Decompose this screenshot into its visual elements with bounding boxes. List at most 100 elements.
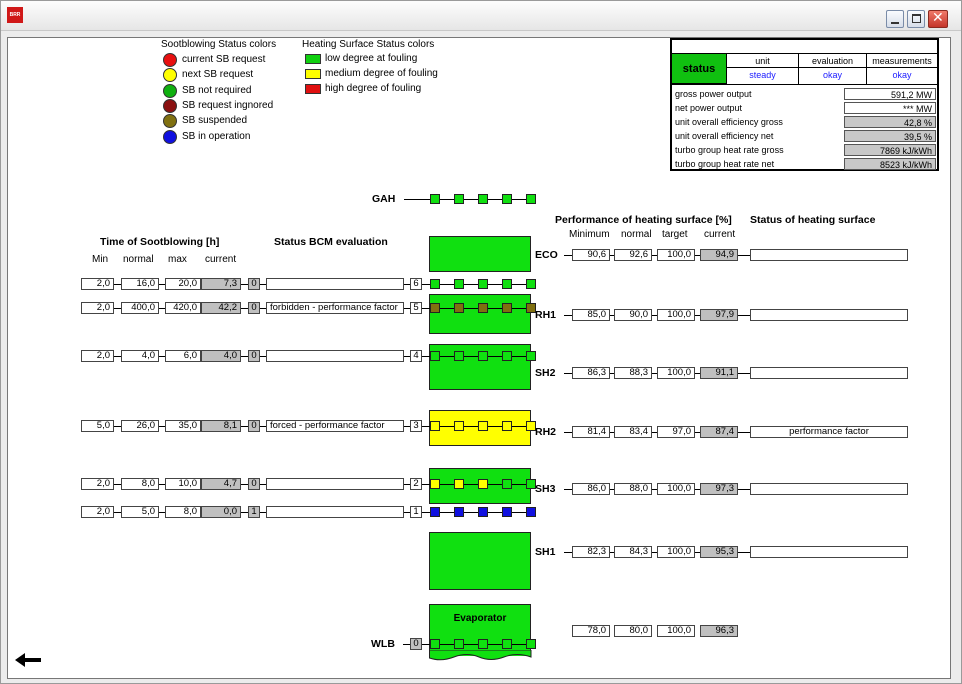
sootblower-icon[interactable] [430,351,440,361]
sootblower-icon[interactable] [454,279,464,289]
bcm-status-field [266,350,404,362]
time-normal-field: 5,0 [121,506,159,518]
perf-minimum-field: 86,0 [572,483,610,495]
perf-current-field: 97,3 [700,483,738,495]
hs-color-swatch [305,54,321,64]
sb-status-dot-icon [163,129,177,144]
time-current-field: 4,7 [201,478,241,490]
sb-number-field: 1 [410,506,422,518]
sootblower-icon[interactable] [454,351,464,361]
sb-status-dot-icon [163,114,177,129]
connector-line [564,552,572,553]
sb-legend-item: SB suspended [182,115,248,127]
main-panel: Sootblowing Status colors Heating Surfac… [7,37,951,679]
wlb-element-icon[interactable] [454,639,464,649]
perf-current-field: 87,4 [700,426,738,438]
perf-minimum-field: 78,0 [572,625,610,637]
app-logo-icon[interactable]: BRR [7,7,23,23]
heating-surface-label: RH1 [535,309,557,321]
perf-current-field: 95,3 [700,546,738,558]
perf-target-field: 100,0 [657,483,695,495]
sb-legend-title: Sootblowing Status colors [161,39,277,50]
connector-line [738,489,750,490]
sootblower-icon[interactable] [454,421,464,431]
heating-surface-block[interactable] [429,294,531,334]
wlb-element-icon[interactable] [502,639,512,649]
sb-status-dot-icon [163,98,177,113]
connector-line [564,255,572,256]
sootblower-icon[interactable] [502,421,512,431]
connector-line [241,308,248,309]
close-button[interactable]: ✕ [928,10,948,28]
perf-target-field: 100,0 [657,546,695,558]
sootblower-icon[interactable] [478,279,488,289]
status-row-value: 7869 kJ/kWh [844,144,936,156]
sootblower-icon[interactable] [430,279,440,289]
sootblower-icon[interactable] [454,479,464,489]
sootblower-icon[interactable] [430,421,440,431]
perf-col-target: target [662,229,688,240]
status-row-label: gross power output [675,89,752,99]
hs-status-field [750,367,908,379]
perf-current-field: 91,1 [700,367,738,379]
col-header-measurements: measurements [872,56,932,66]
wlb-element-icon[interactable] [430,639,440,649]
hs-status-field [750,309,908,321]
sootblower-icon[interactable] [526,507,536,517]
connector-line [114,284,121,285]
gah-element-icon [502,194,512,204]
sootblower-icon[interactable] [526,279,536,289]
sootblower-icon[interactable] [430,507,440,517]
sootblower-icon[interactable] [502,507,512,517]
bcm-status-field: forced - performance factor [266,420,404,432]
sootblower-icon[interactable] [430,303,440,313]
sootblower-icon[interactable] [502,279,512,289]
hs-status-field [750,249,908,261]
connector-line [241,284,248,285]
heating-surface-block[interactable] [429,532,531,590]
status-row-value: *** MW [844,102,936,114]
time-current-field: 4,0 [201,350,241,362]
evaporator-wave [429,650,532,661]
wlb-element-icon[interactable] [478,639,488,649]
sootblower-icon[interactable] [478,303,488,313]
time-max-field: 420,0 [165,302,201,314]
time-max-field: 6,0 [165,350,201,362]
bcm-status-field [266,506,404,518]
sootblower-icon[interactable] [478,507,488,517]
sootblower-icon[interactable] [478,351,488,361]
status-row-label: unit overall efficiency net [675,131,774,141]
maximize-button[interactable] [907,10,925,28]
sootblower-icon[interactable] [454,507,464,517]
heating-surface-label: SH3 [535,483,556,495]
heating-surface-block[interactable] [429,236,531,272]
time-min-field: 2,0 [81,278,114,290]
minimize-button[interactable] [886,10,904,28]
sootblower-icon[interactable] [478,479,488,489]
sootblower-icon[interactable] [454,303,464,313]
sootblower-icon[interactable] [502,479,512,489]
perf-normal-field: 80,0 [614,625,652,637]
sootblower-icon[interactable] [478,421,488,431]
performance-title: Performance of heating surface [%] [555,214,732,226]
perf-current-field: 97,9 [700,309,738,321]
time-min-field: 2,0 [81,506,114,518]
application-window: BRR ✕ Sootblowing Status colors Heating … [0,0,962,684]
sb-legend-item: SB request ingnored [182,99,274,111]
sootblower-icon[interactable] [526,351,536,361]
back-button[interactable] [13,650,43,670]
perf-target-field: 97,0 [657,426,695,438]
sootblower-icon[interactable] [502,351,512,361]
wlb-element-icon[interactable] [526,639,536,649]
connector-line [564,489,572,490]
time-col-min: Min [92,254,109,265]
sootblower-icon[interactable] [430,479,440,489]
perf-minimum-field: 90,6 [572,249,610,261]
connector-line [241,484,248,485]
sootblower-icon[interactable] [502,303,512,313]
hs-status-field: performance factor [750,426,908,438]
sb-legend-item: current SB request [182,54,266,65]
time-col-max: max [168,254,187,265]
perf-target-field: 100,0 [657,309,695,321]
perf-normal-field: 90,0 [614,309,652,321]
